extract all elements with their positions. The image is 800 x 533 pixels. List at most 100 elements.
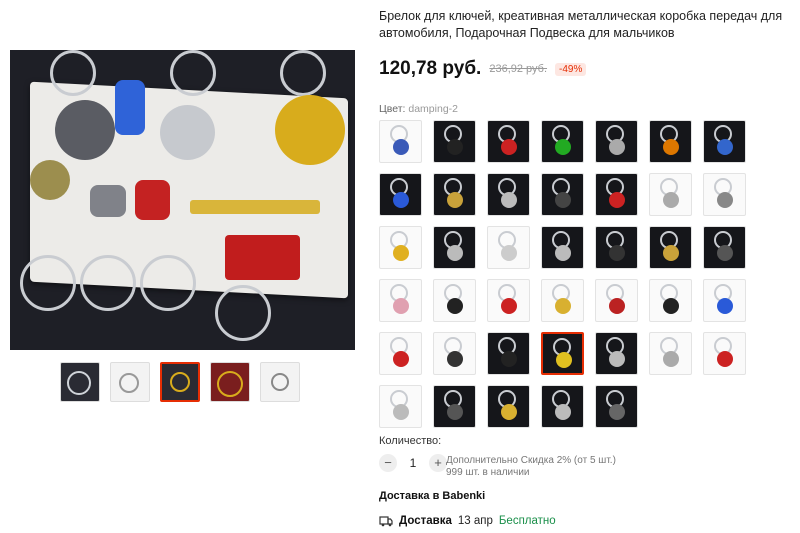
keyring-icon xyxy=(20,255,76,311)
color-swatch-gearbox-black[interactable] xyxy=(541,173,584,216)
color-swatch-disc-green[interactable] xyxy=(541,120,584,163)
quantity-stepper: − 1 + xyxy=(379,454,447,472)
color-swatch-disc-silver[interactable] xyxy=(595,120,638,163)
color-swatch-turbo-blue[interactable] xyxy=(379,173,422,216)
quantity-decrease-button[interactable]: − xyxy=(379,454,397,472)
product-gallery xyxy=(10,50,355,350)
seat-keychain-icon xyxy=(135,180,170,220)
caliper-red-2-icon xyxy=(609,298,625,314)
wheel-gold-2-icon xyxy=(501,404,517,420)
disc-black-icon xyxy=(609,404,625,420)
color-swatch-caliper-red-3[interactable] xyxy=(379,332,422,375)
shock-silver-icon xyxy=(663,351,679,367)
color-swatch-shock-red[interactable] xyxy=(703,332,746,375)
shock-red-icon xyxy=(717,351,733,367)
delivery-heading[interactable]: Доставка в Babenki xyxy=(379,490,485,502)
color-swatch-wheel-gold[interactable] xyxy=(379,226,422,269)
keyring-icon xyxy=(170,50,216,96)
caliper-black-icon xyxy=(447,139,463,155)
current-price: 120,78 руб. xyxy=(379,58,482,79)
color-swatch-gearbox-red[interactable] xyxy=(595,173,638,216)
color-swatch-wheel-gold-2[interactable] xyxy=(487,385,530,428)
color-swatch-piston-single[interactable] xyxy=(595,332,638,375)
shock-absorber-icon xyxy=(190,200,320,214)
color-swatch-caliper-blue[interactable] xyxy=(703,279,746,322)
thumbnail-3[interactable] xyxy=(160,362,200,402)
disc-green-icon xyxy=(555,139,571,155)
color-label-text: Цвет: xyxy=(379,103,406,115)
color-swatch-seat-black-2[interactable] xyxy=(649,279,692,322)
color-swatch-wheel-dark[interactable] xyxy=(433,385,476,428)
color-swatch-shock-black[interactable] xyxy=(487,332,530,375)
piston-single-icon xyxy=(609,351,625,367)
turbo-keychain-icon xyxy=(30,160,70,200)
color-swatch-turbo-gold[interactable] xyxy=(433,173,476,216)
color-swatch-shock-gold[interactable] xyxy=(541,279,584,322)
gearbox-keychain-icon xyxy=(115,80,145,135)
color-swatch-wheel-silver-2[interactable] xyxy=(541,385,584,428)
discount-badge: -49% xyxy=(555,62,587,76)
main-product-image[interactable] xyxy=(10,50,355,350)
shock-black-icon xyxy=(501,351,517,367)
turbo-gold-icon xyxy=(447,192,463,208)
disc-red-icon xyxy=(501,139,517,155)
delivery-truck-icon xyxy=(379,516,393,527)
color-swatch-wheel-chrome[interactable] xyxy=(703,173,746,216)
disc-silver-icon xyxy=(609,139,625,155)
bulk-discount-note: Дополнительно Скидка 2% (от 5 шт.) xyxy=(446,455,616,466)
color-swatch-gearbox-silver[interactable] xyxy=(487,173,530,216)
stock-count: 999 шт. в наличии xyxy=(446,467,530,478)
thumbnail-1[interactable] xyxy=(60,362,100,402)
color-swatch-turbo-white[interactable] xyxy=(487,226,530,269)
color-swatch-caliper-black[interactable] xyxy=(433,120,476,163)
color-swatch-shock-yellow[interactable] xyxy=(541,332,584,375)
color-swatch-turbo-black[interactable] xyxy=(703,226,746,269)
thumbnail-4[interactable] xyxy=(210,362,250,402)
shock-yellow-icon xyxy=(556,352,572,368)
color-label: Цвет: damping-2 xyxy=(379,103,458,115)
stock-info: Дополнительно Скидка 2% (от 5 шт.) 999 ш… xyxy=(446,455,616,479)
color-swatch-piston-silver[interactable] xyxy=(433,226,476,269)
turbo-white-icon xyxy=(501,245,517,261)
color-swatch-disc-black[interactable] xyxy=(595,385,638,428)
color-swatch-shock-small[interactable] xyxy=(379,385,422,428)
wheel-blue-gold-icon xyxy=(393,139,409,155)
color-swatch-shock-silver[interactable] xyxy=(649,332,692,375)
quantity-value[interactable]: 1 xyxy=(403,456,423,470)
heart-black-icon xyxy=(447,298,463,314)
wheel-silver-2-icon xyxy=(555,404,571,420)
delivery-cost: Бесплатно xyxy=(498,515,556,527)
color-swatch-disc-red[interactable] xyxy=(487,120,530,163)
thumbnail-5[interactable] xyxy=(260,362,300,402)
quantity-increase-button[interactable]: + xyxy=(429,454,447,472)
color-swatch-seat-racing[interactable] xyxy=(433,332,476,375)
seat-racing-icon xyxy=(447,351,463,367)
keyring-icon xyxy=(80,255,136,311)
turbo-black-icon xyxy=(717,245,733,261)
thumbnail-2[interactable] xyxy=(110,362,150,402)
color-swatch-disc-blue[interactable] xyxy=(703,120,746,163)
london-bus-icon xyxy=(225,235,300,280)
color-swatch-wheel-silver[interactable] xyxy=(649,173,692,216)
color-swatch-seat-black[interactable] xyxy=(595,226,638,269)
disc-blue-icon xyxy=(717,139,733,155)
caliper-red-3-icon xyxy=(393,351,409,367)
product-title: Брелок для ключей, креативная металличес… xyxy=(379,9,783,40)
color-swatch-disc-orange[interactable] xyxy=(649,120,692,163)
thumbnail-strip xyxy=(60,362,300,402)
heart-pink-icon xyxy=(393,298,409,314)
color-swatch-heart-pink[interactable] xyxy=(379,279,422,322)
keyring-icon xyxy=(140,255,196,311)
color-swatch-caliper-red-2[interactable] xyxy=(595,279,638,322)
gearbox-silver-icon xyxy=(501,192,517,208)
color-swatch-heart-black[interactable] xyxy=(433,279,476,322)
delivery-row: Доставка 13 апр Бесплатно xyxy=(379,514,556,528)
piston-silver-icon xyxy=(447,245,463,261)
color-swatch-piston-gold[interactable] xyxy=(649,226,692,269)
quantity-label: Количество: xyxy=(379,435,442,447)
color-swatch-piston-rod[interactable] xyxy=(541,226,584,269)
keyring-icon xyxy=(215,285,271,341)
delivery-label: Доставка xyxy=(399,515,452,527)
color-swatch-wheel-blue-gold[interactable] xyxy=(379,120,422,163)
color-swatch-caliper-red[interactable] xyxy=(487,279,530,322)
